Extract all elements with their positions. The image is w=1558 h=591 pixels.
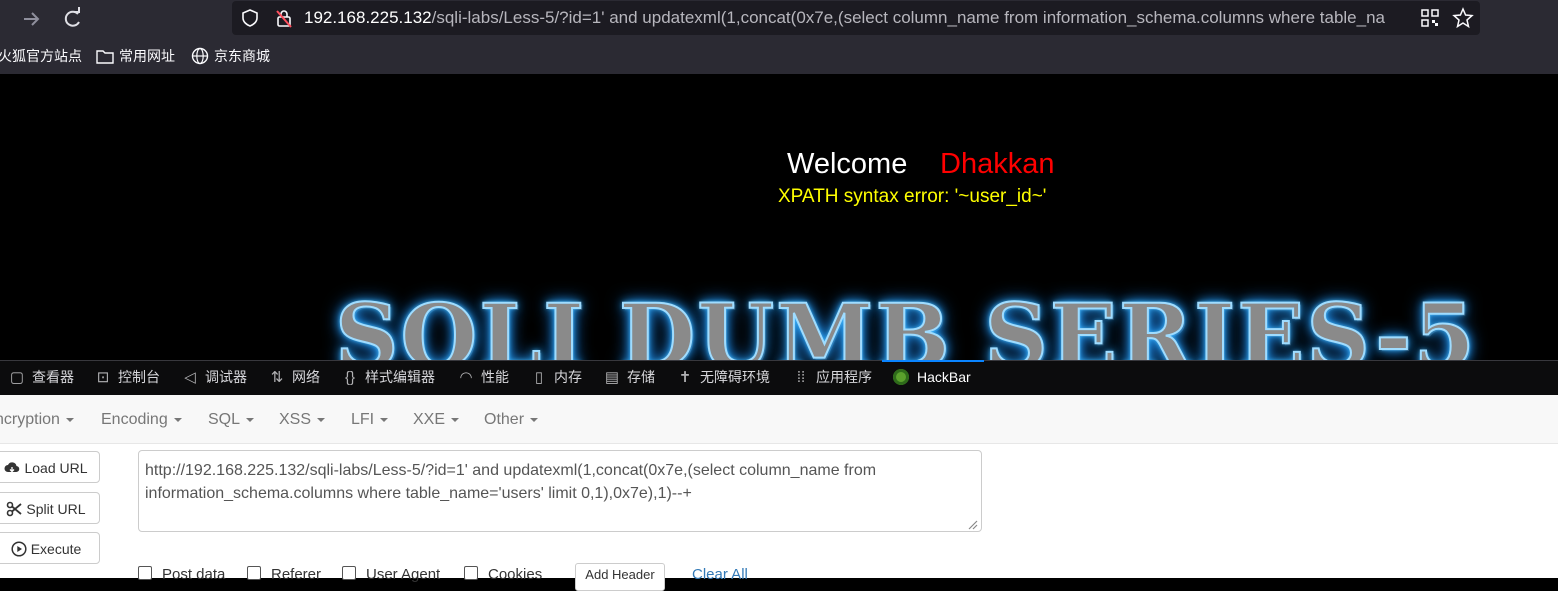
tab-label: 无障碍环境 — [700, 369, 770, 385]
menu-label: XSS — [279, 411, 312, 428]
resize-grip-icon[interactable] — [966, 517, 978, 530]
menu-other[interactable]: Other — [484, 395, 539, 443]
braces-icon: {} — [344, 369, 356, 386]
tab-label: HackBar — [917, 369, 971, 385]
menu-encoding[interactable]: Encoding — [101, 395, 182, 443]
tab-label: 应用程序 — [816, 369, 872, 385]
clear-all-link[interactable]: Clear All — [692, 566, 748, 583]
active-tab-indicator — [882, 360, 984, 362]
caret-down-icon — [451, 417, 460, 422]
welcome-text: Welcome — [787, 148, 908, 180]
referer-checkbox[interactable]: Referer — [247, 566, 321, 583]
download-cloud-icon — [4, 462, 20, 473]
menu-label: ncryption — [0, 411, 60, 428]
button-label: Load URL — [24, 460, 88, 476]
bookmark-label: 京东商城 — [214, 48, 270, 64]
menu-xss[interactable]: XSS — [279, 395, 326, 443]
grid-apps-icon: ⁞⁞ — [796, 369, 806, 386]
tab-label: 调试器 — [205, 369, 247, 385]
xpath-error-message: XPATH syntax error: '~user_id~' — [778, 186, 1047, 207]
globe-icon — [191, 47, 209, 65]
tab-inspector[interactable]: ▢ 查看器 — [8, 360, 74, 394]
menu-label: XXE — [413, 411, 446, 428]
url-text[interactable]: 192.168.225.132/sqli-labs/Less-5/?id=1' … — [304, 0, 1414, 36]
url-path: /sqli-labs/Less-5/?id=1' and updatexml(1… — [431, 8, 1386, 27]
load-url-button[interactable]: Load URL — [0, 451, 100, 483]
bookmark-common-sites[interactable]: 常用网址 — [96, 38, 175, 74]
tab-label: 内存 — [554, 369, 582, 385]
caret-down-icon — [530, 417, 539, 422]
shield-icon[interactable] — [240, 8, 260, 33]
menu-label: Encoding — [101, 411, 168, 428]
gauge-icon: ◠ — [459, 369, 473, 386]
qr-code-icon[interactable] — [1420, 8, 1440, 33]
tab-storage[interactable]: ▤ 存储 — [603, 360, 655, 394]
tab-label: 查看器 — [32, 369, 74, 385]
tab-label: 控制台 — [118, 369, 160, 385]
caret-down-icon — [65, 417, 74, 422]
page-viewport: Welcome Dhakkan XPATH syntax error: '~us… — [0, 74, 1558, 360]
tab-label: 性能 — [481, 369, 509, 385]
tab-label: 网络 — [292, 369, 320, 385]
caret-down-icon — [317, 417, 326, 422]
tab-memory[interactable]: ▯ 内存 — [530, 360, 582, 394]
tab-performance[interactable]: ◠ 性能 — [457, 360, 509, 394]
caret-down-icon — [380, 417, 389, 422]
bookmark-label: 常用网址 — [119, 48, 175, 64]
tab-style-editor[interactable]: {} 样式编辑器 — [341, 360, 435, 394]
tab-console[interactable]: ⊡ 控制台 — [94, 360, 160, 394]
add-header-button[interactable]: Add Header — [575, 563, 665, 591]
button-label: Execute — [30, 541, 82, 557]
checkbox-label: Cookies — [488, 566, 543, 583]
tab-network[interactable]: ⇅ 网络 — [268, 360, 320, 394]
tab-label: 样式编辑器 — [365, 369, 435, 385]
sqli-banner-title: SQLI DUMB SERIES-5 — [334, 283, 1477, 360]
storage-icon: ▤ — [604, 369, 620, 386]
menu-lfi[interactable]: LFI — [351, 395, 389, 443]
bookmark-star-icon[interactable] — [1452, 7, 1474, 34]
hackbar-logo-icon — [893, 369, 909, 385]
post-data-checkbox[interactable]: Post data — [138, 566, 225, 583]
caret-down-icon — [246, 417, 255, 422]
url-host: 192.168.225.132 — [304, 8, 432, 27]
menu-label: SQL — [208, 411, 241, 428]
tab-debugger[interactable]: ◁ 调试器 — [181, 360, 247, 394]
memory-chip-icon: ▯ — [534, 369, 544, 386]
reload-icon — [64, 7, 80, 27]
checkbox-label: User Agent — [366, 566, 441, 583]
folder-icon — [96, 50, 114, 64]
inspector-icon: ▢ — [9, 369, 25, 386]
bookmark-firefox-official[interactable]: 火狐官方站点 — [0, 38, 82, 74]
menu-encryption[interactable]: ncryption — [0, 395, 74, 443]
network-icon: ⇅ — [270, 369, 284, 386]
user-agent-checkbox[interactable]: User Agent — [342, 566, 440, 583]
checkbox-label: Post data — [162, 566, 226, 583]
debugger-icon: ◁ — [184, 369, 196, 386]
execute-button[interactable]: Execute — [0, 532, 100, 564]
tab-application[interactable]: ⁞⁞ 应用程序 — [792, 360, 872, 394]
bookmark-label: 火狐官方站点 — [0, 48, 82, 64]
scissors-icon — [7, 501, 22, 517]
forward-arrow-icon — [24, 12, 40, 26]
menu-label: Other — [484, 411, 525, 428]
button-label: Split URL — [26, 501, 86, 517]
cookies-checkbox[interactable]: Cookies — [464, 566, 542, 583]
insecure-lock-icon[interactable] — [274, 8, 294, 33]
menu-xxe[interactable]: XXE — [413, 395, 460, 443]
url-textarea[interactable]: http://192.168.225.132/sqli-labs/Less-5/… — [138, 450, 982, 532]
checkbox-label: Referer — [271, 566, 322, 583]
welcome-name: Dhakkan — [940, 148, 1055, 180]
tab-accessibility[interactable]: ✝ 无障碍环境 — [676, 360, 770, 394]
caret-down-icon — [173, 417, 182, 422]
menu-sql[interactable]: SQL — [208, 395, 255, 443]
accessibility-icon: ✝ — [678, 369, 692, 386]
tab-hackbar[interactable]: HackBar — [893, 360, 971, 394]
menu-label: LFI — [351, 411, 375, 428]
play-circle-icon — [11, 541, 27, 557]
console-icon: ⊡ — [96, 369, 110, 386]
bookmark-jd-mall[interactable]: 京东商城 — [191, 38, 270, 74]
split-url-button[interactable]: Split URL — [0, 492, 100, 524]
tab-label: 存储 — [627, 369, 655, 385]
